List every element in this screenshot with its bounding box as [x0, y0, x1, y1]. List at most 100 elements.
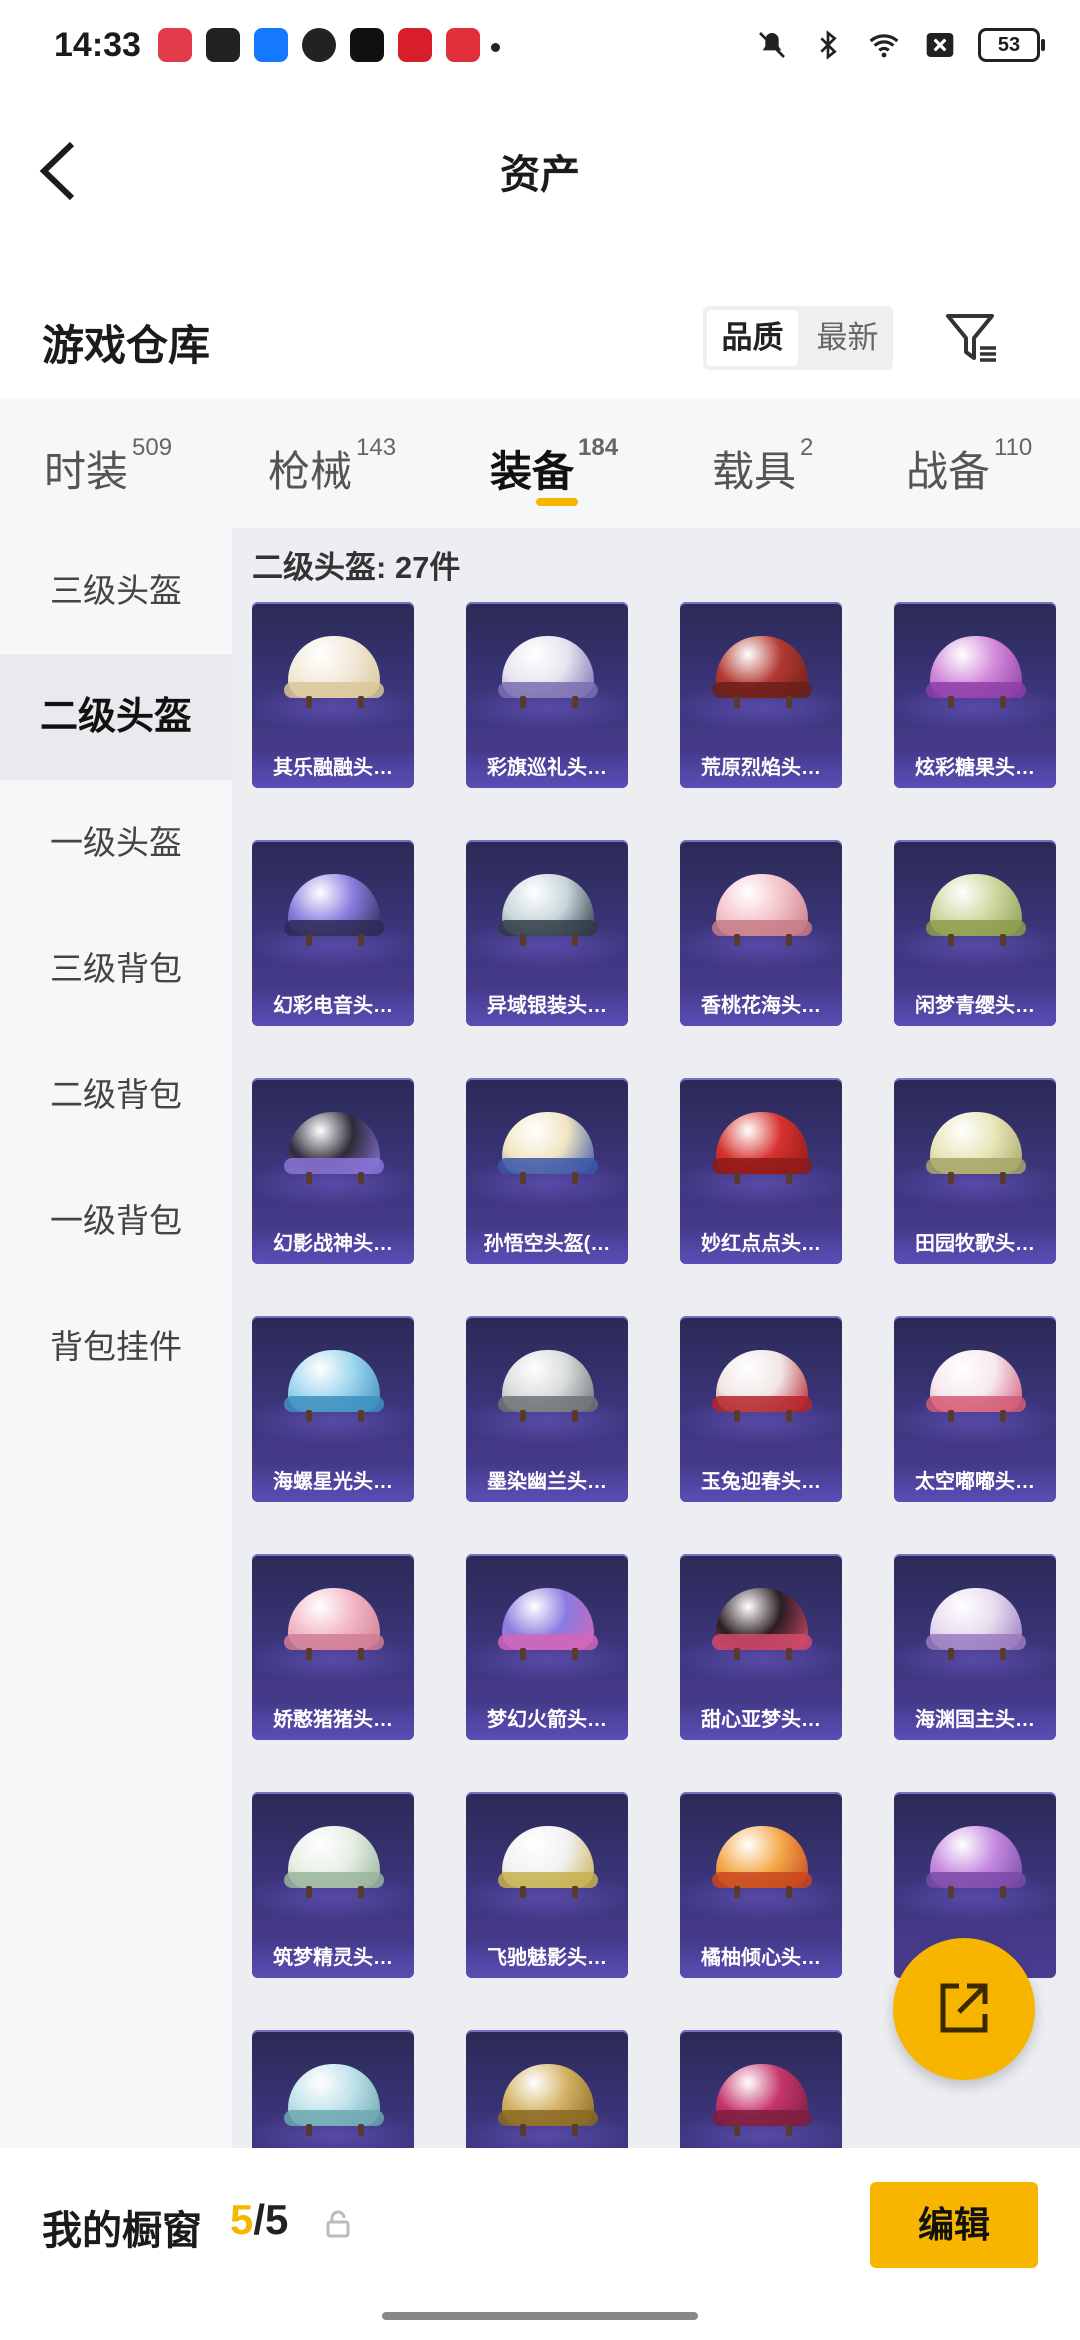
- helmet-stand: [572, 1648, 578, 1660]
- mute-icon: [759, 32, 785, 58]
- category-tabs: 时装509 枪械143 装备184 载具2 战备110: [0, 398, 1080, 528]
- helmet-card[interactable]: 幻影战神头…: [252, 1078, 414, 1264]
- helmet-image: [712, 1350, 812, 1422]
- helmet-rim: [284, 920, 384, 936]
- helmet-card[interactable]: 荒原烈焰头…: [680, 602, 842, 788]
- helmet-rim: [712, 1872, 812, 1888]
- edit-button[interactable]: 编辑: [870, 2182, 1038, 2268]
- sidebar-item-backpack-charm[interactable]: 背包挂件: [0, 1284, 232, 1410]
- helmet-stand: [734, 696, 740, 708]
- helmet-stand: [734, 1172, 740, 1184]
- helmet-card[interactable]: 妙红点点头…: [680, 1078, 842, 1264]
- tab-equipment[interactable]: 装备184: [490, 434, 618, 499]
- system-icons: 53: [754, 28, 1045, 62]
- helmet-card[interactable]: 田园牧歌头…: [894, 1078, 1056, 1264]
- helmet-name: 娇憨猪猪头…: [252, 1700, 414, 1740]
- helmet-image: [498, 636, 598, 708]
- helmet-stand: [358, 1886, 364, 1898]
- sidebar-item-level3-backpack[interactable]: 三级背包: [0, 906, 232, 1032]
- tab-weapons[interactable]: 枪械143: [268, 434, 396, 499]
- helmet-card[interactable]: 飞驰魅影头…: [466, 1792, 628, 1978]
- close-box-icon: [926, 33, 954, 57]
- helmet-name: 橘柚倾心头…: [680, 1938, 842, 1978]
- sidebar-item-level1-backpack[interactable]: 一级背包: [0, 1158, 232, 1284]
- helmet-stand: [520, 696, 526, 708]
- helmet-stand: [1000, 696, 1006, 708]
- helmet-image: [926, 636, 1026, 708]
- helmet-rim: [926, 1872, 1026, 1888]
- helmet-stand: [948, 1648, 954, 1660]
- tab-fashion[interactable]: 时装509: [44, 434, 172, 499]
- helmet-image: [926, 1350, 1026, 1422]
- red-app-icon: [398, 28, 432, 62]
- helmet-stand: [520, 2124, 526, 2136]
- helmet-image: [284, 874, 384, 946]
- active-tab-indicator: [536, 498, 578, 506]
- sidebar-item-level2-helmet[interactable]: 二级头盔: [0, 654, 232, 780]
- shield-icon: [206, 28, 240, 62]
- share-button[interactable]: [893, 1938, 1035, 2080]
- bluetooth-icon: [820, 30, 837, 60]
- helmet-image: [284, 1826, 384, 1898]
- helmet-stand: [358, 696, 364, 708]
- tab-vehicles[interactable]: 载具2: [712, 434, 813, 499]
- helmet-name: 海渊国主头…: [894, 1700, 1056, 1740]
- helmet-card[interactable]: 橘柚倾心头…: [680, 1792, 842, 1978]
- tiktok-icon: [350, 28, 384, 62]
- helmet-card[interactable]: 孙悟空头盔(…: [466, 1078, 628, 1264]
- helmet-card[interactable]: 海螺星光头…: [252, 1316, 414, 1502]
- home-indicator[interactable]: [382, 2312, 698, 2320]
- subcategory-sidebar: 三级头盔 二级头盔 一级头盔 三级背包 二级背包 一级背包 背包挂件: [0, 528, 232, 2148]
- helmet-image: [498, 1588, 598, 1660]
- tab-supplies[interactable]: 战备110: [906, 434, 1032, 499]
- helmet-stand: [306, 1172, 312, 1184]
- helmet-name: 荒原烈焰头…: [680, 748, 842, 788]
- helmet-card[interactable]: [466, 2030, 628, 2148]
- helmet-card[interactable]: 太空嘟嘟头…: [894, 1316, 1056, 1502]
- helmet-card[interactable]: 幻彩电音头…: [252, 840, 414, 1026]
- helmet-image: [926, 1112, 1026, 1184]
- helmet-card[interactable]: 墨染幽兰头…: [466, 1316, 628, 1502]
- sidebar-item-level1-helmet[interactable]: 一级头盔: [0, 780, 232, 906]
- helmet-image: [712, 874, 812, 946]
- helmet-card[interactable]: 玉兔迎春头…: [680, 1316, 842, 1502]
- helmet-stand: [572, 934, 578, 946]
- helmet-card[interactable]: 异域银装头…: [466, 840, 628, 1026]
- helmet-stand: [1000, 1410, 1006, 1422]
- helmet-card[interactable]: [252, 2030, 414, 2148]
- helmet-card[interactable]: 甜心亚梦头…: [680, 1554, 842, 1740]
- helmet-card[interactable]: 梦幻火箭头…: [466, 1554, 628, 1740]
- helmet-stand: [358, 1172, 364, 1184]
- sidebar-item-level2-backpack[interactable]: 二级背包: [0, 1032, 232, 1158]
- sidebar-item-level3-helmet[interactable]: 三级头盔: [0, 528, 232, 654]
- sort-toggle[interactable]: 品质 最新: [703, 306, 893, 370]
- helmet-card[interactable]: 炫彩糖果头…: [894, 602, 1056, 788]
- item-grid: 二级头盔: 27件 其乐融融头… 彩旗巡礼头… 荒原烈焰头… 炫彩糖果头… 幻彩电音头……: [232, 528, 1080, 2148]
- helmet-rim: [498, 682, 598, 698]
- helmet-rim: [284, 1396, 384, 1412]
- helmet-card[interactable]: 闲梦青缨头…: [894, 840, 1056, 1026]
- helmet-rim: [498, 1158, 598, 1174]
- helmet-card[interactable]: 香桃花海头…: [680, 840, 842, 1026]
- filter-icon[interactable]: [944, 310, 1000, 366]
- helmet-stand: [734, 934, 740, 946]
- helmet-name: 田园牧歌头…: [894, 1224, 1056, 1264]
- helmet-stand: [734, 1648, 740, 1660]
- helmet-card[interactable]: 娇憨猪猪头…: [252, 1554, 414, 1740]
- helmet-rim: [284, 1158, 384, 1174]
- helmet-rim: [284, 1634, 384, 1650]
- sort-option-quality[interactable]: 品质: [707, 310, 798, 366]
- helmet-card[interactable]: [680, 2030, 842, 2148]
- lock-icon: [326, 2210, 350, 2238]
- helmet-stand: [358, 1410, 364, 1422]
- helmet-stand: [306, 2124, 312, 2136]
- helmet-card[interactable]: 海渊国主头…: [894, 1554, 1056, 1740]
- helmet-stand: [1000, 1648, 1006, 1660]
- helmet-card[interactable]: 彩旗巡礼头…: [466, 602, 628, 788]
- showcase-count-current: 5: [230, 2196, 254, 2243]
- helmet-card[interactable]: 筑梦精灵头…: [252, 1792, 414, 1978]
- helmet-image: [498, 1826, 598, 1898]
- sort-option-newest[interactable]: 最新: [802, 306, 893, 370]
- helmet-rim: [926, 682, 1026, 698]
- helmet-card[interactable]: 其乐融融头…: [252, 602, 414, 788]
